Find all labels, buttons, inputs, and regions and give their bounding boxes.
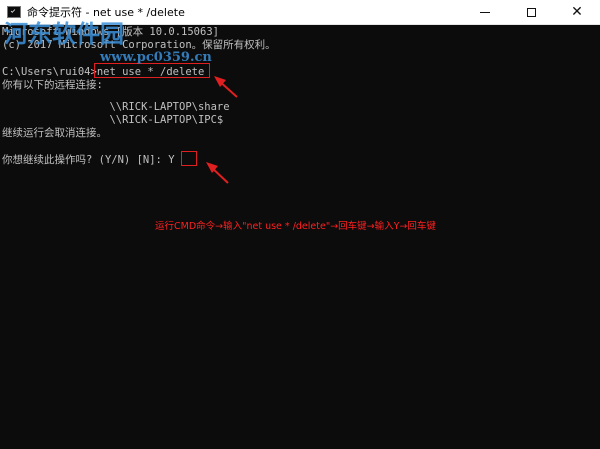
- cmd-window: 命令提示符 - net use * /delete ✕ Microsoft Wi…: [0, 0, 600, 449]
- red-arrow-icon: [206, 162, 229, 184]
- red-arrow-icon: [214, 76, 238, 98]
- annotation-arrows: [206, 76, 238, 184]
